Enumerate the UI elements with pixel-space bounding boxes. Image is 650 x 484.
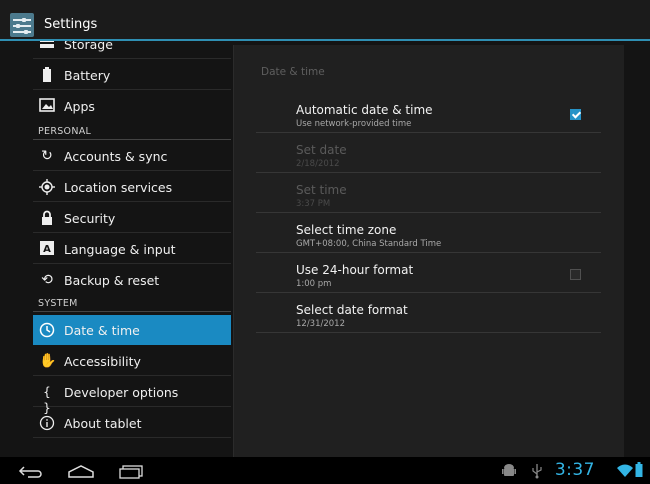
sidebar-item-label: Location services [64,180,173,195]
home-icon[interactable] [67,464,95,483]
app-title: Settings [44,17,98,32]
pref-title: Use 24-hour format [296,263,414,277]
sidebar-item-label: Accessibility [64,354,141,369]
pref-summary: 12/31/2012 [296,319,345,329]
pref-summary: 1:00 pm [296,279,332,289]
pref-title: Set time [296,183,347,197]
pref-automatic-date-time[interactable]: Automatic date & time Use network-provid… [256,93,601,133]
storage-icon [39,41,55,52]
pref-select-date-format[interactable]: Select date format 12/31/2012 [256,293,601,333]
wifi-icon [617,463,633,482]
restore-icon: ⟲ [41,272,53,288]
settings-sidebar[interactable]: Storage Battery Apps PERSONAL ↻ Accounts… [0,41,232,457]
pref-title: Select date format [296,303,408,317]
android-debug-icon [502,463,516,483]
pref-select-time-zone[interactable]: Select time zone GMT+08:00, China Standa… [256,213,601,253]
detail-pane: Date & time Automatic date & time Use ne… [233,45,624,457]
battery-status-icon [635,462,643,482]
pref-summary: 3:37 PM [296,199,331,209]
sidebar-item-label: Storage [64,41,113,52]
pref-set-date: Set date 2/18/2012 [256,133,601,173]
sidebar-item-developer-options[interactable]: { } Developer options [33,377,231,415]
sidebar-item-storage[interactable]: Storage [33,41,231,59]
sidebar-item-label: Accounts & sync [64,149,168,164]
sidebar-item-label: About tablet [64,416,142,431]
sidebar-item-location-services[interactable]: Location services [33,172,231,202]
sidebar-item-label: Apps [64,99,95,114]
clock-icon [39,322,55,338]
automatic-date-time-checkbox[interactable] [570,109,581,120]
recent-apps-icon[interactable] [118,464,144,483]
pref-title: Automatic date & time [296,103,433,117]
sidebar-item-label: Security [64,211,116,226]
svg-text:A: A [43,244,51,255]
pref-summary: GMT+08:00, China Standard Time [296,239,442,249]
sidebar-item-label: Backup & reset [64,273,160,288]
hand-icon: ✋ [39,353,57,369]
sidebar-item-date-time[interactable]: Date & time [33,315,231,345]
action-bar: Settings [0,0,650,41]
section-divider [33,139,231,140]
sidebar-item-security[interactable]: Security [33,203,231,233]
keyboard-icon: A [39,241,55,257]
sidebar-item-apps[interactable]: Apps [33,91,231,121]
sidebar-item-label: Battery [64,68,111,83]
lock-icon [39,210,55,226]
use-24-hour-format-checkbox[interactable] [570,269,581,280]
status-clock: 3:37 [554,460,595,480]
battery-icon [39,67,55,83]
section-header-personal: PERSONAL [38,126,92,137]
sidebar-item-accounts-sync[interactable]: ↻ Accounts & sync [33,141,231,171]
location-icon [39,179,55,195]
pref-summary: 2/18/2012 [296,159,340,169]
apps-icon [39,98,55,114]
braces-icon: { } [43,385,51,415]
pref-title: Select time zone [296,223,397,237]
info-icon [39,415,55,431]
sidebar-item-language-input[interactable]: A Language & input [33,234,231,264]
sidebar-item-label: Date & time [64,323,140,338]
system-nav-bar: 3:37 [0,457,650,484]
sidebar-item-accessibility[interactable]: ✋ Accessibility [33,346,231,376]
sidebar-item-label: Developer options [64,385,179,400]
pref-title: Set date [296,143,347,157]
pref-set-time: Set time 3:37 PM [256,173,601,213]
sync-icon: ↻ [41,148,53,164]
sidebar-item-label: Language & input [64,242,176,257]
section-divider [33,311,231,312]
sidebar-item-backup-reset[interactable]: ⟲ Backup & reset [33,265,231,295]
detail-title: Date & time [261,66,325,78]
settings-app-icon[interactable] [10,13,34,37]
sidebar-item-battery[interactable]: Battery [33,60,231,90]
pref-use-24-hour-format[interactable]: Use 24-hour format 1:00 pm [256,253,601,293]
back-icon[interactable] [18,464,44,483]
sidebar-item-about-tablet[interactable]: About tablet [33,408,231,438]
settings-screen: Storage Battery Apps PERSONAL ↻ Accounts… [0,41,650,457]
usb-icon [531,463,543,483]
section-header-system: SYSTEM [38,298,78,309]
pref-summary: Use network-provided time [296,119,412,129]
